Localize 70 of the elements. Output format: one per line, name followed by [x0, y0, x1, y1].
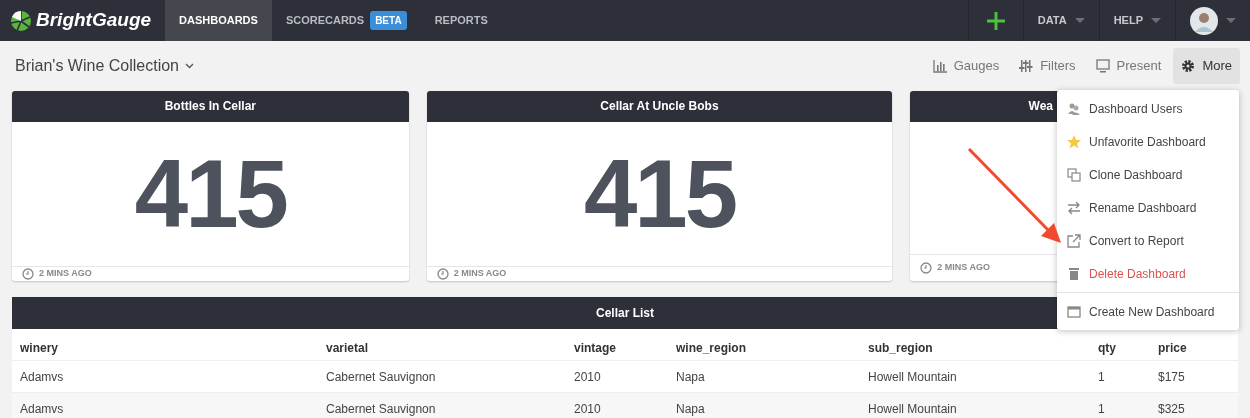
- column-header: winery: [19, 339, 59, 357]
- menu-item[interactable]: Dashboard Users: [1057, 92, 1239, 125]
- column-header: qty: [1097, 339, 1117, 357]
- table-cell-text: Cabernet Sauvignon: [325, 368, 437, 386]
- table-cell-text: Napa: [675, 368, 706, 386]
- table-cell-text: Adamvs: [19, 368, 65, 386]
- table-cell-text: 1: [1097, 400, 1106, 418]
- column-header: wine_region: [675, 339, 747, 357]
- caret-icon: [1151, 18, 1161, 23]
- menu-item[interactable]: Unfavorite Dashboard: [1057, 125, 1239, 158]
- updated-time: 2 MINS AGO: [937, 261, 990, 275]
- menu-item[interactable]: Clone Dashboard: [1057, 158, 1239, 191]
- table-cell-text: Adamvs: [19, 400, 65, 418]
- monitor-icon: [1095, 59, 1110, 73]
- menu-button[interactable]: HELP: [1098, 0, 1175, 41]
- star-icon: [1067, 134, 1081, 149]
- table-cell-text: Howell Mountain: [867, 368, 958, 386]
- gauge-value: 415: [134, 139, 286, 249]
- window-icon: [1067, 304, 1081, 319]
- clock-icon: [436, 268, 449, 280]
- beta-badge: BETA: [370, 11, 407, 30]
- updated-time: 2 MINS AGO: [39, 267, 92, 281]
- chevron-down-icon: [185, 63, 194, 69]
- table-cell-text: $325: [1157, 400, 1186, 418]
- menu-item[interactable]: Convert to Report: [1057, 224, 1239, 257]
- table-cell-text: 2010: [573, 400, 602, 418]
- table-cell-text: Cabernet Sauvignon: [325, 400, 437, 418]
- plus-icon: [986, 11, 1005, 30]
- clock-icon: [22, 268, 34, 280]
- table-cell-text: 1: [1097, 368, 1106, 386]
- trash-icon: [1067, 266, 1081, 281]
- clone-icon: [1067, 167, 1081, 182]
- gear-icon: [1181, 59, 1196, 73]
- dashboard-title: Brian's Wine Collection: [15, 56, 179, 76]
- column-header: sub_region: [867, 339, 934, 357]
- table-cell-text: Napa: [675, 400, 706, 418]
- column-header: price: [1157, 339, 1188, 357]
- table-cell-text: Howell Mountain: [867, 400, 958, 418]
- more-button[interactable]: More: [1173, 48, 1240, 84]
- caret-icon: [1074, 18, 1085, 23]
- gauge-title: Wea: [1028, 99, 1053, 113]
- sliders-icon: [1019, 59, 1034, 73]
- avatar-icon: [1190, 6, 1218, 35]
- present-button[interactable]: Present: [1087, 48, 1170, 84]
- nav-tab[interactable]: DASHBOARDS: [165, 0, 272, 41]
- nav-tab[interactable]: SCORECARDS BETA: [271, 0, 421, 41]
- external-link-icon: [1067, 233, 1081, 248]
- gauge-title: Bottles In Cellar: [164, 99, 256, 113]
- table-cell-text: $175: [1157, 368, 1186, 386]
- gauges-button[interactable]: Gauges: [924, 48, 1008, 84]
- menu-item[interactable]: Rename Dashboard: [1057, 191, 1239, 224]
- swap-arrows-icon: [1067, 200, 1081, 215]
- caret-icon: [1226, 18, 1236, 23]
- nav-tab[interactable]: REPORTS: [420, 0, 502, 41]
- clock-icon: [920, 262, 933, 274]
- bar-chart-icon: [932, 59, 947, 73]
- column-header: vintage: [573, 339, 617, 357]
- menu-item[interactable]: Create New Dashboard: [1057, 295, 1239, 328]
- gauge-value: 415: [583, 139, 736, 249]
- gauge-title: Cellar At Uncle Bobs: [600, 99, 719, 113]
- users-icon: [1067, 101, 1081, 116]
- menu-item[interactable]: Delete Dashboard: [1057, 257, 1239, 290]
- brand-name: BrightGauge: [36, 8, 152, 33]
- logo-icon: [10, 9, 32, 32]
- updated-time: 2 MINS AGO: [453, 267, 507, 281]
- table-title: Cellar List: [596, 306, 654, 320]
- table-cell-text: 2010: [573, 368, 602, 386]
- menu-button[interactable]: DATA: [1022, 0, 1099, 41]
- column-header: varietal: [325, 339, 370, 357]
- filters-button[interactable]: Filters: [1011, 48, 1084, 84]
